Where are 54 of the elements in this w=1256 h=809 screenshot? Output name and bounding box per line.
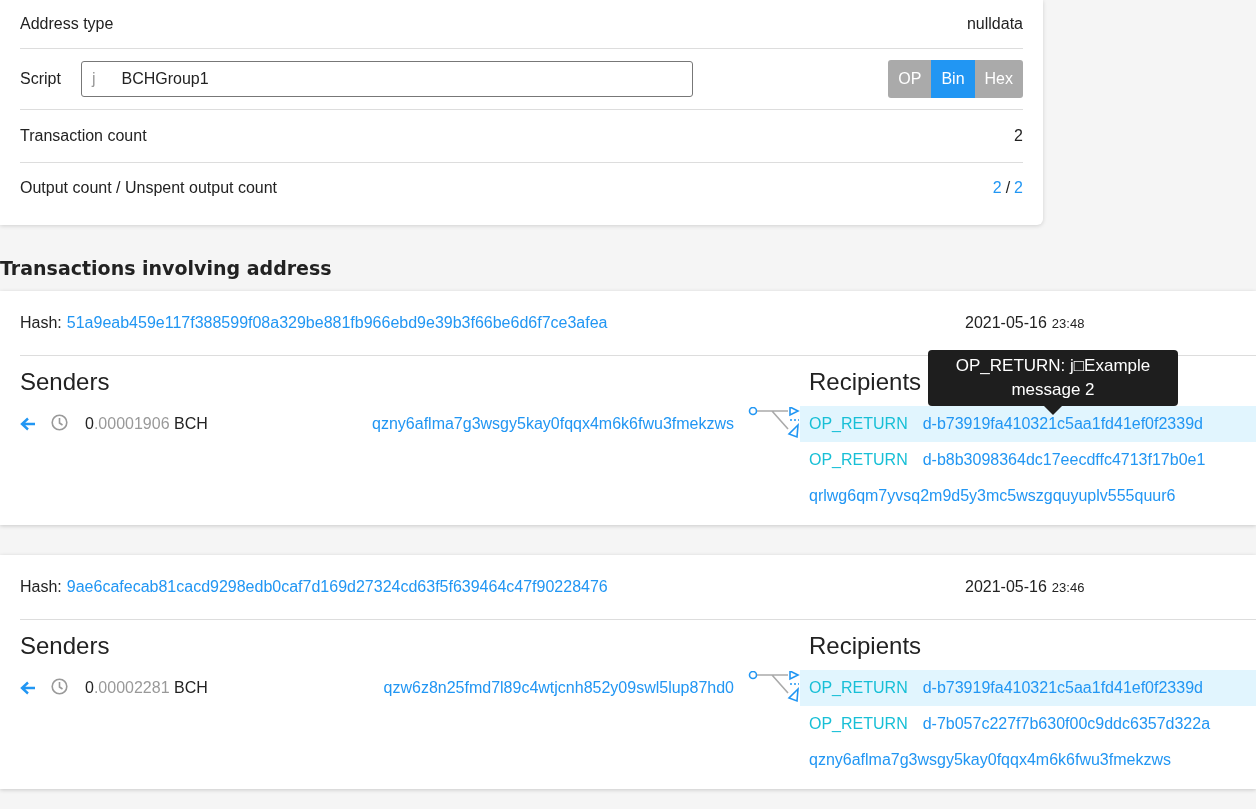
format-toggle[interactable]: Hex <box>974 60 1023 98</box>
time: 23:46 <box>1051 580 1085 595</box>
recipient-row[interactable]: qrlwg6qm7yvsq2m9d5y3mc5wszgquyuplv555quur6 <box>800 478 1256 514</box>
transfer-flow-icon <box>748 407 800 441</box>
recipient-row[interactable]: OP_RETURN d-b73919fa410321c5aa1fd41ef0f2339d <box>800 406 1256 442</box>
sender-address-link[interactable]: qzw6z8n25fmd7l89c4wtjcnh852y09swl5lup87hd0 <box>207 679 734 697</box>
script-field[interactable]: j BCHGroup1 <box>80 61 693 97</box>
back-arrow-icon <box>20 681 36 695</box>
format-toggle[interactable]: Bin <box>931 60 975 98</box>
field-label: Script <box>20 70 61 88</box>
clock-icon <box>51 677 68 695</box>
tooltip: OP_RETURN: j□Example message 2 <box>928 350 1178 406</box>
field-value: nulldata <box>966 15 1023 33</box>
recipient-row[interactable]: OP_RETURN d-7b057c227f7b630f00c9ddc6357d322a <box>800 706 1256 742</box>
senders-heading: Senders <box>20 368 110 396</box>
tooltip-pointer-icon <box>1044 406 1062 415</box>
recipient-address-link[interactable]: qrlwg6qm7yvsq2m9d5y3mc5wszgquyuplv555quur6 <box>809 487 1176 505</box>
time: 23:48 <box>1051 316 1085 331</box>
clock-icon <box>51 413 68 431</box>
amount: 0.00001906 BCH <box>85 415 208 433</box>
recipient-address-link[interactable]: qzny6aflma7g3wsgy5kay0fqqx4m6k6fwu3fmekzws <box>809 751 1171 769</box>
hash-link[interactable]: 51a9eab459e117f388599f08a329be881fb966ebd9e39b3f66be6d6f7ce3afea <box>66 314 608 332</box>
field-label: Address type <box>20 15 114 33</box>
op-return-label: OP_RETURN <box>809 415 908 433</box>
format-toggle[interactable]: OP <box>888 60 932 98</box>
hash-link[interactable]: 9ae6cafecab81cacd9298edb0caf7d169d27324cd63f5f639464c47f90228476 <box>66 578 608 596</box>
recipient-row[interactable]: OP_RETURN d-b73919fa410321c5aa1fd41ef0f2339d <box>800 670 1256 706</box>
section-heading: Transactions involving address <box>0 257 332 279</box>
recipient-address-link[interactable]: d-b73919fa410321c5aa1fd41ef0f2339d <box>922 415 1203 433</box>
amount: 0.00002281 BCH <box>85 679 208 697</box>
recipient-address-link[interactable]: d-b8b3098364dc17eecdffc4713f17b0e1 <box>922 451 1206 469</box>
recipients-heading: Recipients <box>809 632 922 660</box>
op-return-label: OP_RETURN <box>809 715 908 733</box>
date: 2021-05-16 <box>965 578 1047 596</box>
transfer-flow-icon <box>748 671 800 705</box>
back-arrow-icon <box>20 417 36 431</box>
recipients-heading: Recipients <box>809 368 922 396</box>
field-label: Transaction count <box>20 127 147 145</box>
hash-label: Hash: <box>20 314 62 332</box>
sender-address-link[interactable]: qzny6aflma7g3wsgy5kay0fqqx4m6k6fwu3fmekzws <box>207 415 734 433</box>
op-return-label: OP_RETURN <box>809 451 908 469</box>
recipient-address-link[interactable]: d-7b057c227f7b630f00c9ddc6357d322a <box>922 715 1211 733</box>
hash-label: Hash: <box>20 578 62 596</box>
separator: / <box>1005 179 1011 197</box>
recipient-address-link[interactable]: d-b73919fa410321c5aa1fd41ef0f2339d <box>922 679 1203 697</box>
field-value: 2 <box>1014 127 1023 145</box>
field-label: Output count / Unspent output count <box>20 179 278 197</box>
recipient-row[interactable]: qzny6aflma7g3wsgy5kay0fqqx4m6k6fwu3fmekzws <box>800 742 1256 778</box>
recipient-row[interactable]: OP_RETURN d-b8b3098364dc17eecdffc4713f17b0e1 <box>800 442 1256 478</box>
unspent-count-link[interactable]: 2 <box>1014 179 1023 197</box>
senders-heading: Senders <box>20 632 110 660</box>
date: 2021-05-16 <box>965 314 1047 332</box>
op-return-label: OP_RETURN <box>809 679 908 697</box>
output-count-link[interactable]: 2 <box>992 179 1002 197</box>
